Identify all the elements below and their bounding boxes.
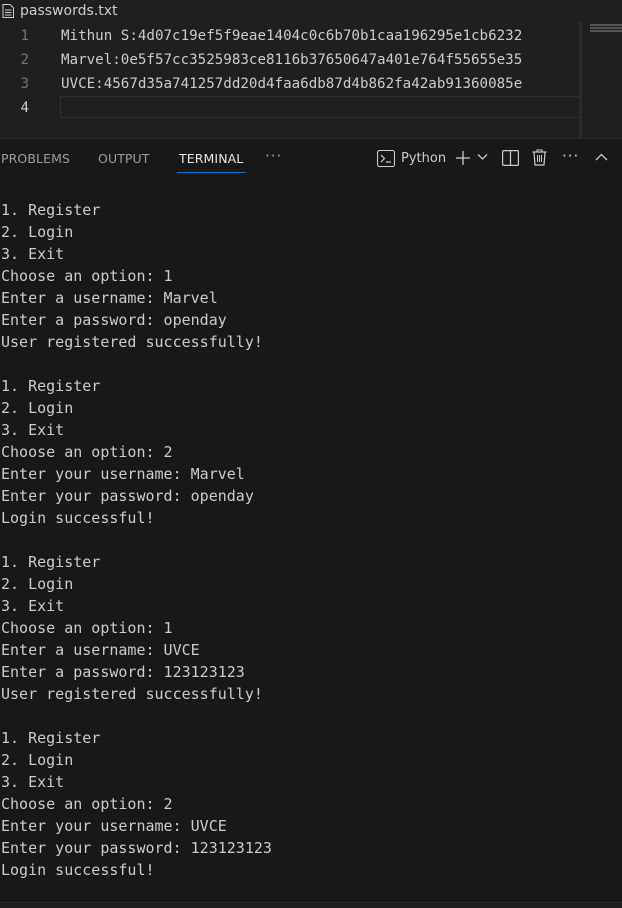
chevron-up-icon[interactable] (595, 153, 608, 161)
current-line-highlight (60, 96, 580, 118)
more-tabs-button[interactable]: ··· (265, 148, 282, 164)
terminal-line: Enter a username: UVCE (1, 641, 200, 659)
terminal-profile-label[interactable]: Python (401, 151, 446, 167)
panel-header: PROBLEMS OUTPUT TERMINAL ··· Python ··· (0, 139, 622, 179)
split-terminal-icon[interactable] (502, 150, 519, 166)
terminal-icon (377, 150, 395, 167)
terminal-line: 2. Login (1, 223, 74, 241)
line-text: Mithun S:4d07c19ef5f9eae1404c0c6b70b1caa… (61, 28, 523, 44)
terminal-line: Enter your username: Marvel (1, 465, 245, 483)
editor-tab[interactable]: passwords.txt (0, 0, 117, 22)
terminal-line: User registered successfully! (1, 333, 263, 351)
terminal-line: Enter your password: openday (1, 487, 254, 505)
editor[interactable]: passwords.txt 1 Mithun S:4d07c19ef5f9eae1… (0, 0, 622, 138)
terminal-line: Enter a password: 123123123 (1, 663, 245, 681)
plus-icon[interactable] (455, 150, 471, 166)
terminal-line: Enter your password: 123123123 (1, 839, 272, 857)
editor-tab-label: passwords.txt (20, 3, 118, 19)
editor-line[interactable]: 2 Marvel:0e5f57cc3525983ce8116b37650647a4… (0, 48, 580, 72)
editor-line[interactable]: 4 (0, 96, 580, 120)
active-tab-indicator (177, 172, 246, 173)
terminal-line: 3. Exit (1, 245, 65, 263)
terminal-output[interactable]: 1. Register 2. Login 3. Exit Choose an opti… (1, 199, 621, 881)
tab-problems[interactable]: PROBLEMS (1, 151, 70, 167)
file-lines-icon (2, 4, 14, 18)
terminal-line: Choose an option: 1 (1, 619, 173, 637)
vscode-window: passwords.txt 1 Mithun S:4d07c19ef5f9eae1… (0, 0, 622, 908)
tab-output[interactable]: OUTPUT (98, 151, 150, 167)
more-actions-icon[interactable]: ··· (562, 148, 579, 164)
line-number: 1 (20, 28, 29, 44)
editor-line[interactable]: 3 UVCE:4567d35a741257dd20d4faa6db87d4b862… (0, 72, 580, 96)
terminal-line: Enter a password: openday (1, 311, 227, 329)
panel: PROBLEMS OUTPUT TERMINAL ··· Python ··· … (0, 138, 622, 908)
editor-line[interactable]: 1 Mithun S:4d07c19ef5f9eae1404c0c6b70b1ca… (0, 24, 580, 48)
terminal-line: 3. Exit (1, 421, 65, 439)
terminal-line: 2. Login (1, 751, 74, 769)
terminal-line: Choose an option: 2 (1, 443, 173, 461)
terminal-line: 3. Exit (1, 773, 65, 791)
panel-bottom-border (0, 902, 622, 908)
line-number: 2 (20, 52, 29, 68)
terminal-line: User registered successfully! (1, 685, 263, 703)
terminal-line: 2. Login (1, 399, 74, 417)
minimap[interactable] (582, 22, 622, 138)
chevron-down-icon[interactable] (477, 153, 488, 161)
editor-lines[interactable]: 1 Mithun S:4d07c19ef5f9eae1404c0c6b70b1ca… (0, 24, 580, 120)
terminal-line: 1. Register (1, 201, 101, 219)
terminal-line: Login successful! (1, 509, 155, 527)
tab-terminal[interactable]: TERMINAL (179, 151, 243, 167)
line-number: 4 (20, 100, 29, 116)
terminal-line: 1. Register (1, 729, 101, 747)
line-text: Marvel:0e5f57cc3525983ce8116b37650647a40… (61, 52, 523, 68)
terminal-line: 3. Exit (1, 597, 65, 615)
trash-icon[interactable] (532, 149, 547, 166)
terminal-line: Enter your username: UVCE (1, 817, 227, 835)
line-number: 3 (20, 76, 29, 92)
terminal-line: 1. Register (1, 377, 101, 395)
terminal-line: 1. Register (1, 553, 101, 571)
terminal-line: Choose an option: 1 (1, 267, 173, 285)
terminal-line: Enter a username: Marvel (1, 289, 218, 307)
line-text: UVCE:4567d35a741257dd20d4faa6db87d4b862f… (61, 76, 523, 92)
terminal-line: Choose an option: 2 (1, 795, 173, 813)
terminal-line: 2. Login (1, 575, 74, 593)
terminal-line: Login successful! (1, 861, 155, 879)
